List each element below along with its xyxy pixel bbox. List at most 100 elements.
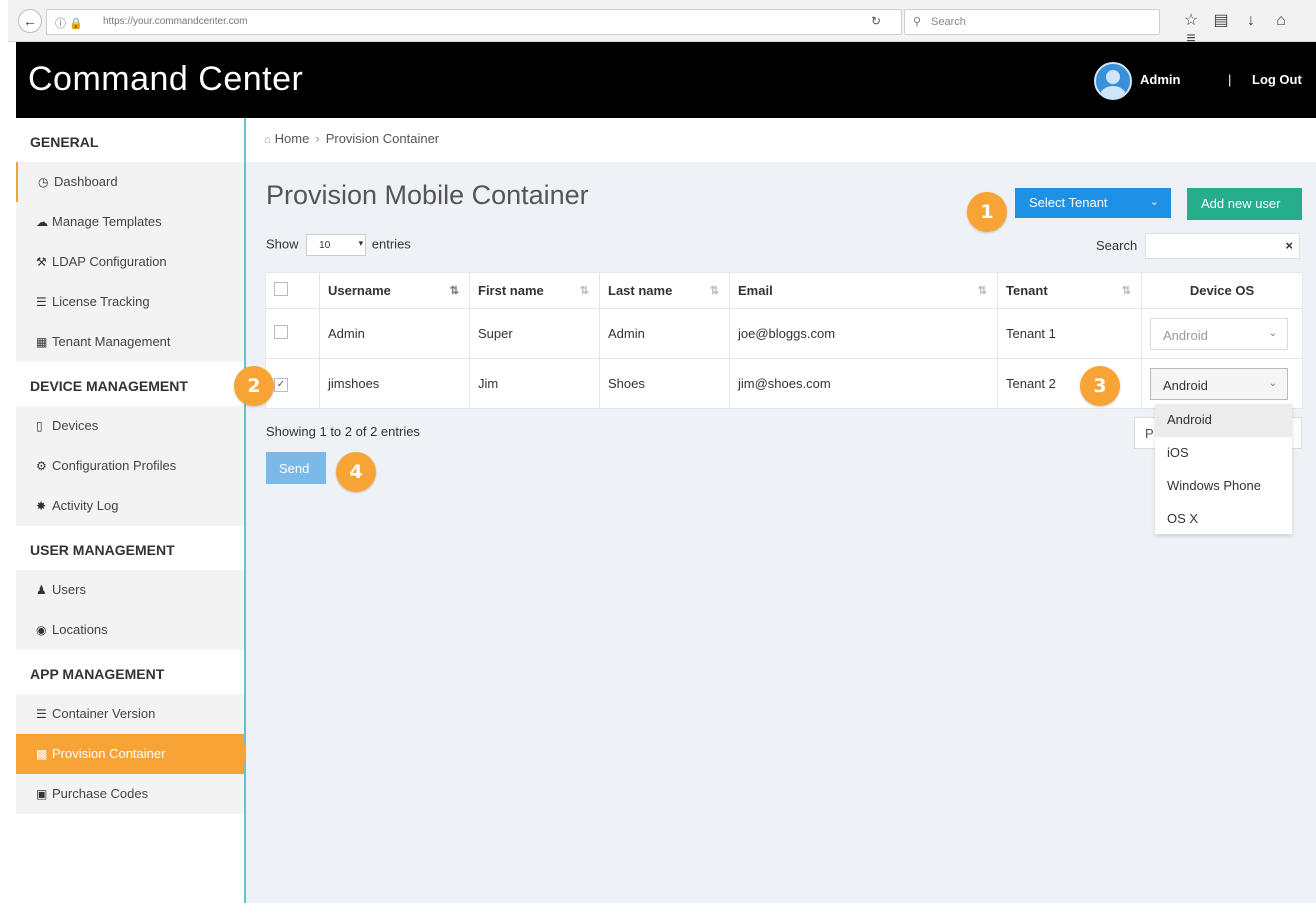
cell-tenant: Tenant 1 [997, 308, 1142, 359]
column-header-first-name[interactable]: First name ⇅ [469, 272, 600, 309]
callout-badge-1: 1 [967, 192, 1007, 232]
column-header-username[interactable]: Username ⇅ [319, 272, 470, 309]
sidebar-item-label: Devices [52, 418, 99, 433]
main-content: ⌂ Home › Provision Container Provision Mobi… [246, 118, 1316, 903]
briefcase-icon: ▣ [36, 787, 48, 801]
site-info-icon[interactable]: ⓘ 🔒 [55, 15, 83, 31]
sidebar-item-activity-log[interactable]: ✸ Activity Log [16, 486, 244, 526]
logout-link[interactable]: Log Out [1252, 72, 1302, 87]
device-os-select[interactable]: Android ⌄ [1150, 317, 1288, 350]
clear-search-icon[interactable]: × [1285, 238, 1293, 253]
sidebar-item-label: License Tracking [52, 294, 150, 309]
user-icon: ♟ [36, 583, 47, 597]
sidebar-item-container-version[interactable]: ☰ Container Version [16, 694, 244, 734]
sidebar-item-label: Tenant Management [52, 334, 171, 349]
cell-last-name: Admin [599, 308, 730, 359]
sort-icon[interactable]: ⇅ [580, 284, 589, 297]
os-option-windows-phone[interactable]: Windows Phone [1155, 470, 1292, 503]
chevron-down-icon: ⌄ [1149, 196, 1159, 208]
users-table: Username ⇅ First name ⇅ Last name ⇅ Email ⇅ … [265, 272, 1303, 409]
callout-badge-4: 4 [336, 452, 376, 492]
browser-search-field[interactable]: ⚲ Search [904, 9, 1160, 35]
sidebar-item-locations[interactable]: ◉ Locations [16, 610, 244, 650]
sidebar-item-license-tracking[interactable]: ☰ License Tracking [16, 282, 244, 322]
breadcrumb-arrow-icon: › [315, 131, 320, 146]
sidebar-item-provision-container[interactable]: ▩ Provision Container [16, 734, 254, 774]
select-tenant-label: Select Tenant [1029, 195, 1108, 210]
page-size-select[interactable]: 10 ▾ [306, 234, 367, 256]
avatar[interactable] [1094, 62, 1132, 100]
column-header-email[interactable]: Email ⇅ [729, 272, 998, 309]
log-icon: ✸ [36, 499, 47, 513]
sidebar-item-devices[interactable]: ▯ Devices [16, 406, 244, 446]
device-os-select[interactable]: Android ⌄ [1150, 367, 1288, 400]
os-option-os-x[interactable]: OS X [1155, 503, 1292, 536]
sidebar-section-device-management: DEVICE MANAGEMENT [30, 378, 188, 394]
send-button[interactable]: Send [266, 452, 326, 484]
sidebar-item-dashboard[interactable]: ◷ Dashboard [16, 162, 244, 202]
phone-icon: ▯ [36, 419, 43, 433]
cell-username: Admin [319, 308, 470, 359]
cloud-icon: ☁ [36, 215, 48, 229]
cell-email: jim@shoes.com [729, 358, 998, 409]
chevron-down-icon: ⌄ [1268, 377, 1277, 389]
sidebar-item-users[interactable]: ♟ Users [16, 570, 244, 610]
sidebar-item-tenant-management[interactable]: ▦ Tenant Management [16, 322, 244, 362]
select-all-checkbox[interactable] [274, 282, 288, 296]
os-option-android[interactable]: Android [1155, 404, 1292, 437]
sidebar-item-purchase-codes[interactable]: ▣ Purchase Codes [16, 774, 244, 814]
select-tenant-button[interactable]: Select Tenant ⌄ [1015, 188, 1171, 218]
breadcrumb-current: Provision Container [325, 131, 440, 146]
show-entries-control: Show 10 ▾ entries [266, 234, 411, 256]
app-header: Command Center Admin | Log Out [16, 42, 1316, 118]
download-icon[interactable]: ↓ [1236, 12, 1266, 30]
home-icon[interactable]: ⌂ [1266, 12, 1296, 30]
user-name[interactable]: Admin [1140, 72, 1180, 87]
cell-first-name: Super [469, 308, 600, 359]
row-select-cell [265, 308, 320, 359]
column-header-tenant[interactable]: Tenant ⇅ [997, 272, 1142, 309]
chevron-down-icon: ⌄ [1268, 327, 1277, 339]
bookmark-star-icon[interactable]: ☆ [1176, 10, 1206, 30]
sort-icon[interactable]: ⇅ [978, 284, 987, 297]
reload-icon[interactable]: ↻ [871, 14, 881, 28]
sort-asc-icon[interactable]: ⇅ [450, 284, 459, 297]
device-os-dropdown-menu: Android iOS Windows Phone OS X [1155, 404, 1292, 534]
search-label: Search [1096, 238, 1138, 253]
url-text: https://your.commandcenter.com [103, 16, 248, 27]
url-bar[interactable]: ⓘ 🔒 https://your.commandcenter.com ↻ [46, 9, 902, 35]
page-size-value: 10 [319, 240, 331, 251]
sidebar-item-label: Configuration Profiles [52, 458, 177, 473]
os-option-ios[interactable]: iOS [1155, 437, 1292, 470]
table-row: ✓ jimshoes Jim Shoes jim@shoes.com Tenan… [265, 358, 1303, 409]
sidebar-item-ldap-configuration[interactable]: ⚒ LDAP Configuration [16, 242, 244, 282]
column-header-device-os: Device OS [1141, 272, 1303, 309]
sidebar-item-configuration-profiles[interactable]: ⚙ Configuration Profiles [16, 446, 244, 486]
callout-badge-3: 3 [1080, 366, 1120, 406]
sidebar-item-manage-templates[interactable]: ☁ Manage Templates [16, 202, 244, 242]
search-input[interactable]: × [1145, 233, 1300, 259]
sidebar-section-user-management: USER MANAGEMENT [30, 542, 175, 558]
entries-label: entries [371, 236, 411, 252]
add-new-user-button[interactable]: Add new user [1187, 188, 1302, 220]
column-header-last-name[interactable]: Last name ⇅ [599, 272, 730, 309]
showing-entries-text: Showing 1 to 2 of 2 entries [266, 424, 420, 439]
barcode-icon: ☰ [36, 295, 47, 309]
sidebar-section-app-management: APP MANAGEMENT [30, 666, 165, 682]
table-header-row: Username ⇅ First name ⇅ Last name ⇅ Email ⇅ … [265, 272, 1303, 309]
sort-icon[interactable]: ⇅ [710, 284, 719, 297]
row-checkbox[interactable] [274, 325, 288, 339]
sidebar: GENERAL ◷ Dashboard ☁ Manage Templates ⚒ LD… [16, 118, 254, 903]
sort-icon[interactable]: ⇅ [1122, 284, 1131, 297]
dashboard-icon: ◷ [38, 175, 49, 189]
home-icon: ⌂ [264, 134, 271, 146]
row-checkbox[interactable]: ✓ [274, 378, 288, 392]
cell-first-name: Jim [469, 358, 600, 409]
sidebar-item-label: Provision Container [52, 746, 166, 761]
wrench-icon: ⚒ [36, 255, 47, 269]
reading-list-icon[interactable]: ▤ [1206, 10, 1236, 30]
back-arrow-icon[interactable]: ← [18, 9, 42, 33]
cell-device-os: Android ⌄ [1141, 308, 1303, 359]
sidebar-item-label: Activity Log [52, 498, 119, 513]
breadcrumb-home[interactable]: Home [275, 131, 310, 146]
